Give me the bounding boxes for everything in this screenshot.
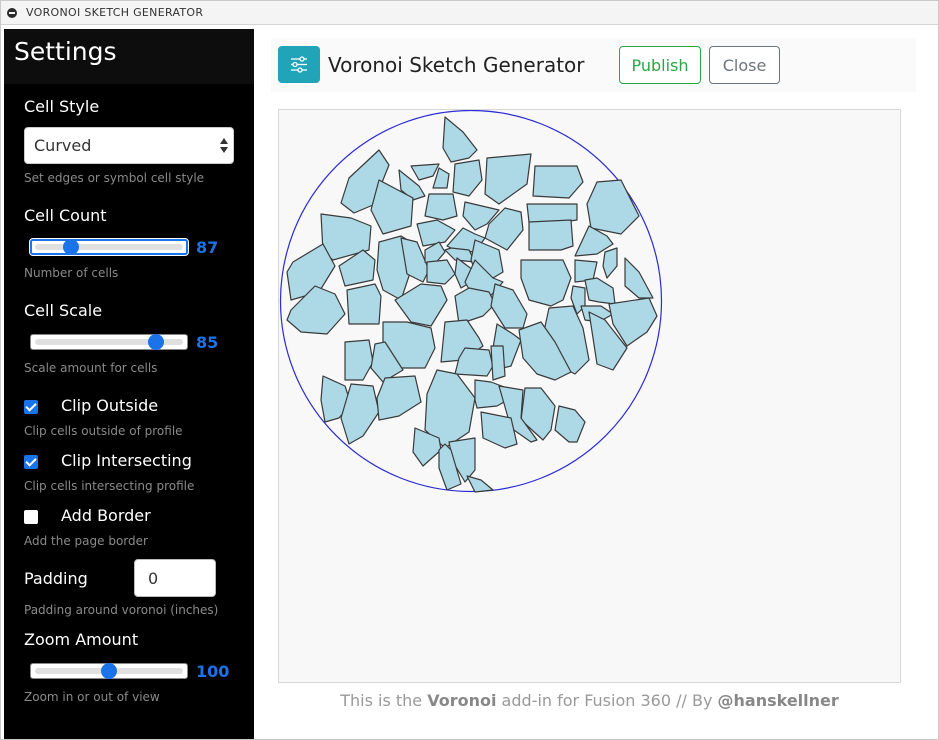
voronoi-cell (484, 153, 532, 205)
cell-scale-value: 85 (196, 333, 219, 352)
voronoi-cell (454, 287, 496, 325)
footer-middle: add-in for Fusion 360 // By (496, 691, 718, 710)
voronoi-cell (584, 277, 616, 305)
cell-count-help: Number of cells (24, 266, 119, 280)
voronoi-cell (586, 179, 640, 235)
voronoi-cell (424, 193, 458, 221)
voronoi-cell (624, 257, 654, 299)
cell-style-help: Set edges or symbol cell style (24, 171, 205, 185)
footer-prefix: This is the (340, 691, 428, 710)
cell-scale-label: Cell Scale (24, 301, 103, 320)
add-border-checkbox[interactable] (24, 510, 38, 524)
voronoi-cell (532, 165, 584, 199)
padding-label: Padding (24, 569, 88, 588)
cell-count-slider[interactable] (29, 237, 189, 257)
zoom-label: Zoom Amount (24, 630, 139, 649)
zoom-value: 100 (196, 662, 230, 681)
voronoi-cell (442, 116, 478, 163)
clip-outside-label: Clip Outside (61, 396, 159, 415)
footer-author-link[interactable]: @hanskellner (718, 691, 839, 710)
clip-outside-checkbox[interactable] (24, 400, 38, 414)
cell-count-value: 87 (196, 238, 219, 257)
close-button[interactable]: Close (709, 46, 780, 84)
updown-chevron-icon (220, 138, 228, 154)
voronoi-cell (528, 219, 574, 251)
voronoi-cell (452, 159, 483, 197)
slider-rail (35, 244, 183, 250)
window-title: VORONOI SKETCH GENERATOR (26, 6, 204, 19)
add-border-help: Add the page border (24, 534, 148, 548)
footer-addin-name: Voronoi (427, 691, 497, 710)
cell-style-select[interactable]: Curved (24, 127, 234, 164)
voronoi-preview-svg (279, 110, 663, 493)
voronoi-cell (344, 339, 374, 381)
page-title: Voronoi Sketch Generator (328, 53, 585, 77)
voronoi-cell (410, 163, 440, 181)
sidebar-header: Settings (4, 29, 254, 84)
voronoi-cell (426, 259, 456, 285)
cell-scale-slider[interactable] (30, 332, 188, 352)
clip-outside-help: Clip cells outside of profile (24, 424, 183, 438)
cell-scale-help: Scale amount for cells (24, 361, 158, 375)
voronoi-cell (346, 283, 382, 325)
clip-intersecting-help: Clip cells intersecting profile (24, 479, 195, 493)
padding-input[interactable] (134, 559, 216, 597)
cell-style-value: Curved (34, 136, 92, 155)
zoom-slider[interactable] (30, 661, 188, 681)
voronoi-cell (602, 247, 618, 279)
padding-help: Padding around voronoi (inches) (24, 603, 219, 617)
voronoi-cell (554, 405, 586, 443)
voronoi-cell (416, 219, 456, 247)
slider-thumb[interactable] (147, 334, 164, 350)
zoom-help: Zoom in or out of view (24, 690, 160, 704)
cell-style-label: Cell Style (24, 97, 100, 116)
slider-thumb[interactable] (101, 663, 117, 679)
voronoi-preview-canvas[interactable] (278, 109, 901, 683)
clip-intersecting-checkbox[interactable] (24, 455, 38, 469)
voronoi-cell (490, 345, 506, 381)
cell-count-label: Cell Count (24, 206, 107, 225)
voronoi-cell (520, 259, 572, 307)
voronoi-cell (466, 475, 494, 493)
voronoi-cell (490, 283, 528, 329)
settings-sidebar: Settings Cell Style Curved Set edges or … (4, 29, 254, 739)
publish-button[interactable]: Publish (619, 46, 701, 84)
voronoi-cell (376, 375, 422, 421)
sliders-icon (278, 46, 320, 83)
app-window: VORONOI SKETCH GENERATOR Settings Cell S… (0, 0, 939, 740)
add-border-label: Add Border (61, 506, 151, 525)
title-bar: VORONOI SKETCH GENERATOR (1, 1, 938, 25)
footer-credit: This is the Voronoi add-in for Fusion 36… (278, 691, 901, 710)
clip-intersecting-label: Clip Intersecting (61, 451, 192, 470)
sidebar-title: Settings (14, 37, 117, 66)
window-menu-icon[interactable] (7, 8, 17, 18)
